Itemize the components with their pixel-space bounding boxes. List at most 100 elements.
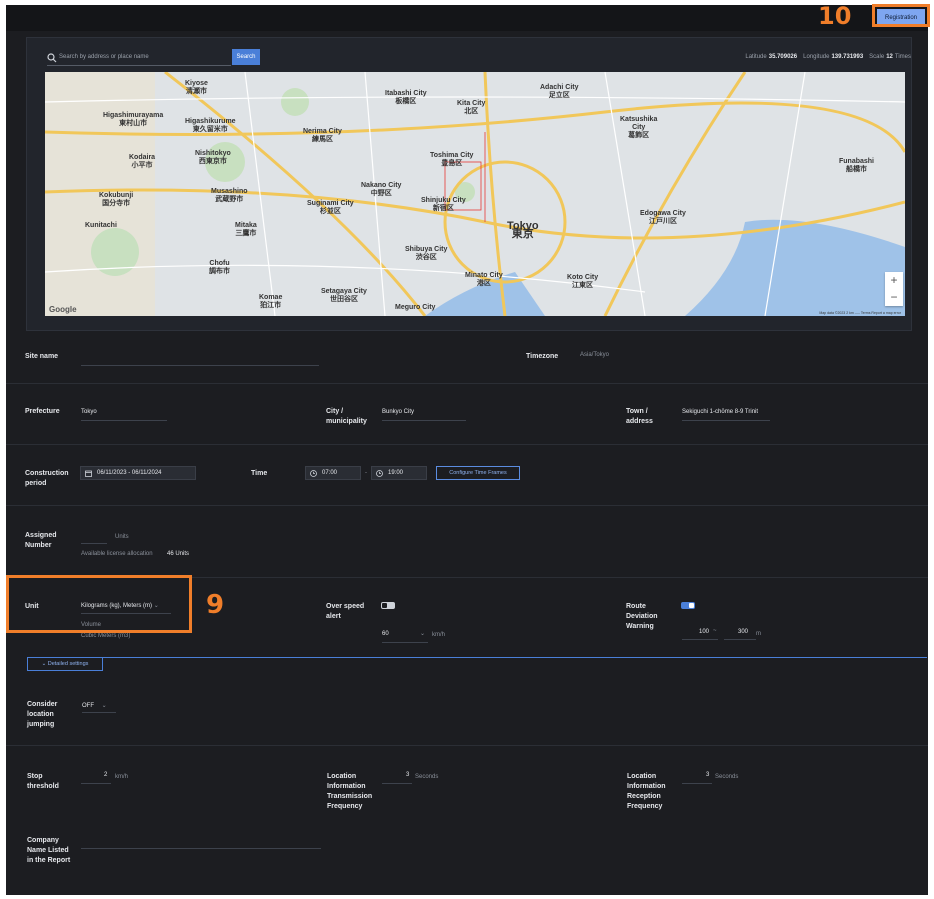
city-label: City / municipality — [326, 408, 367, 425]
clock-icon — [310, 470, 317, 477]
route-max-input[interactable] — [724, 639, 756, 640]
map-label-kunitachi: Kunitachi — [85, 222, 117, 229]
map-footer: Map data ©2023 2 km ⎯⎯⎯ Terms Report a m… — [819, 311, 901, 315]
location-jumping-label: Consider location jumping — [27, 701, 58, 728]
divider — [6, 745, 928, 746]
map-label-chofu: Chofu 調布市 — [209, 260, 230, 275]
longitude-label: Longitude — [803, 54, 830, 60]
search-placeholder: Search by address or place name — [59, 54, 149, 60]
allocation-value: 46 Units — [167, 551, 190, 557]
map-label-kita: Kita City 北区 — [457, 100, 486, 115]
divider — [6, 505, 928, 506]
reception-frequency-value: 3 — [706, 772, 710, 778]
assigned-number-input[interactable] — [81, 543, 107, 544]
date-range-value: 06/11/2023 - 06/11/2024 — [97, 470, 162, 476]
assigned-unit: Units — [115, 534, 129, 540]
zoom-out-button[interactable]: − — [885, 289, 903, 306]
route-deviation-label: Route Deviation Warning — [626, 603, 658, 630]
divider — [6, 383, 928, 384]
city-input[interactable] — [382, 420, 466, 421]
city-value: Bunkyo City — [382, 409, 415, 415]
configure-time-frames-button[interactable]: Configure Time Frames — [436, 466, 520, 480]
route-min-value: 100 — [699, 629, 710, 635]
stop-threshold-input[interactable] — [81, 783, 111, 784]
map-label-toshima: Toshima City 豊島区 — [430, 152, 474, 167]
map-label-meguro: Meguro City — [395, 304, 436, 311]
date-range-picker[interactable]: 06/11/2023 - 06/11/2024 — [80, 466, 196, 480]
reception-frequency-input[interactable] — [682, 783, 712, 784]
latitude-label: Latitude — [745, 54, 767, 60]
transmission-frequency-unit: Seconds — [415, 774, 439, 780]
site-name-input[interactable] — [81, 365, 319, 366]
over-speed-toggle[interactable] — [381, 602, 395, 609]
over-speed-unit: km/h — [432, 632, 446, 638]
callout-number-unit: 9 — [206, 590, 225, 620]
map-label-higashikurume: Higashikurume 東久留米市 — [185, 118, 236, 133]
map-label-itabashi: Itabashi City 板橋区 — [385, 90, 427, 105]
route-deviation-toggle[interactable] — [681, 602, 695, 609]
zoom-control: + − — [885, 272, 903, 306]
top-bar: Registration — [6, 5, 928, 31]
map-label-komae: Komae 狛江市 — [259, 294, 283, 309]
town-input[interactable] — [682, 420, 770, 421]
map-label-nakano: Nakano City 中野区 — [361, 182, 402, 197]
scale-unit: Times — [894, 54, 911, 60]
assigned-number-label: Assigned Number — [25, 532, 57, 549]
location-jumping-value: OFF — [82, 703, 94, 709]
latitude-value: 35.709026 — [768, 54, 798, 60]
map-label-shibuya: Shibuya City 渋谷区 — [405, 246, 448, 261]
route-separator: ~ — [713, 628, 717, 634]
callout-box-registration — [872, 4, 930, 27]
volume-value: Cubic Meters (m3) — [81, 633, 131, 639]
map-label-nishitokyo: Nishitokyo 西東京市 — [195, 150, 231, 165]
search-field[interactable]: Search by address or place name — [47, 51, 231, 66]
start-time-picker[interactable]: 07:00 — [305, 466, 361, 480]
stop-threshold-value: 2 — [104, 772, 108, 778]
end-time-picker[interactable]: 19:00 — [371, 466, 427, 480]
transmission-frequency-input[interactable] — [382, 783, 412, 784]
longitude-value: 139.731993 — [831, 54, 864, 60]
detail-divider — [27, 657, 927, 658]
map-label-katsushika: Katsushika City 葛飾区 — [620, 116, 658, 139]
map-label-edogawa: Edogawa City 江戸川区 — [640, 210, 686, 225]
over-speed-input[interactable] — [382, 642, 428, 643]
detailed-settings-button[interactable]: ⌄ Detailed settings — [27, 657, 103, 671]
map-label-koto: Koto City 江東区 — [567, 274, 599, 289]
company-name-label: Company Name Listed in the Report — [27, 837, 71, 864]
map-label-adachi: Adachi City 足立区 — [540, 84, 579, 99]
clock-icon — [376, 470, 383, 477]
map-panel: Search by address or place name Search L… — [26, 37, 912, 331]
map-label-nerima: Nerima City 練馬区 — [303, 128, 342, 143]
divider — [6, 444, 928, 445]
map-label-higashimurayama: Higashimurayama 東村山市 — [103, 112, 164, 127]
app-window: Registration Search by address or place … — [6, 5, 928, 895]
town-label: Town / address — [626, 408, 653, 425]
map-label-kokubunji: Kokubunji 国分寺市 — [99, 192, 134, 207]
route-min-input[interactable] — [682, 639, 718, 640]
time-label: Time — [251, 470, 268, 477]
scale-value: 12 — [886, 54, 893, 60]
map-label-tokyo: Tokyo 東京 — [507, 220, 539, 240]
callout-box-unit — [6, 575, 192, 633]
reception-frequency-unit: Seconds — [715, 774, 739, 780]
end-time-value: 19:00 — [388, 470, 404, 476]
map-label-suginami: Suginami City 杉並区 — [307, 200, 354, 215]
google-logo: Google — [49, 305, 77, 314]
coordinate-readout: Latitude 35.709026 Longitude 139.731993 Scal… — [745, 54, 911, 60]
over-speed-value: 60 — [382, 631, 389, 637]
map-view[interactable]: Itabashi City 板橋区 Kita City 北区 Adachi Ci… — [45, 72, 905, 316]
prefecture-value: Tokyo — [81, 409, 97, 415]
location-jumping-select[interactable]: OFF ⌄ — [82, 702, 107, 709]
start-time-value: 07:00 — [322, 470, 338, 476]
prefecture-input[interactable] — [81, 420, 167, 421]
over-speed-label: Over speed alert — [326, 603, 365, 620]
zoom-in-button[interactable]: + — [885, 272, 903, 289]
site-name-label: Site name — [25, 353, 59, 360]
route-unit: m — [756, 631, 761, 637]
timezone-value: Asia/Tokyo — [580, 352, 610, 358]
allocation-label: Available license allocation — [81, 551, 153, 557]
transmission-frequency-label: Location Information Transmission Freque… — [327, 773, 373, 810]
company-name-input[interactable] — [81, 848, 321, 849]
stop-threshold-label: Stop threshold — [27, 773, 59, 790]
search-button[interactable]: Search — [232, 49, 260, 65]
